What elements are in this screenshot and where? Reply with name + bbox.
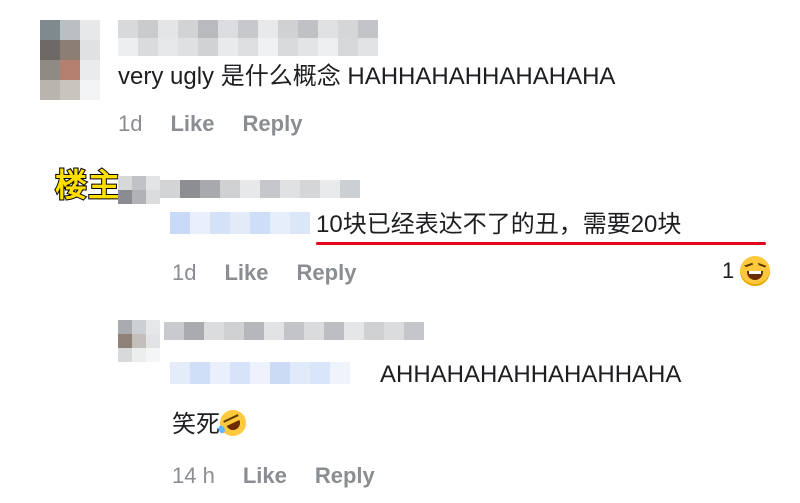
highlight-underline	[316, 242, 766, 245]
commenter-name-blurred-2	[118, 38, 378, 56]
comment-text: very ugly 是什么概念 HAHHAHAHHAHAHAHA	[118, 63, 616, 90]
commenter-name-blurred[interactable]	[118, 20, 378, 38]
reply-button[interactable]: Reply	[243, 111, 303, 136]
commenter-avatar[interactable]	[118, 320, 160, 362]
comment-actions: 14 h Like Reply	[172, 463, 375, 489]
op-avatar[interactable]	[118, 176, 160, 204]
reply-button[interactable]: Reply	[297, 260, 357, 285]
commenter-name-blurred[interactable]	[164, 322, 424, 340]
op-name-blurred[interactable]	[160, 180, 360, 198]
reply-to-blurred	[170, 212, 310, 234]
comment-text-line2: 笑死	[172, 405, 251, 441]
comment-text: 笑死	[172, 411, 220, 438]
comment-timestamp: 1d	[118, 111, 143, 136]
commenter-avatar[interactable]	[40, 20, 100, 100]
like-button[interactable]: Like	[224, 260, 268, 285]
like-button[interactable]: Like	[170, 111, 214, 136]
laughing-emoji-icon	[740, 256, 771, 286]
reaction-count: 1	[722, 258, 735, 283]
comment-text-line1: AHHAHAHAHHAHAHHAHA	[380, 361, 682, 388]
reply-to-blurred	[170, 362, 350, 384]
comment-actions: 1d Like Reply	[172, 260, 356, 286]
reply-button[interactable]: Reply	[315, 463, 375, 488]
like-button[interactable]: Like	[243, 463, 287, 488]
comment-text: 10块已经表达不了的丑，需要20块	[316, 211, 682, 238]
reaction-summary[interactable]: 1	[722, 256, 771, 286]
rofl-emoji-icon	[215, 405, 251, 441]
comment-actions: 1d Like Reply	[118, 111, 302, 137]
comment-timestamp: 1d	[172, 260, 197, 285]
comment-timestamp: 14 h	[172, 463, 215, 488]
